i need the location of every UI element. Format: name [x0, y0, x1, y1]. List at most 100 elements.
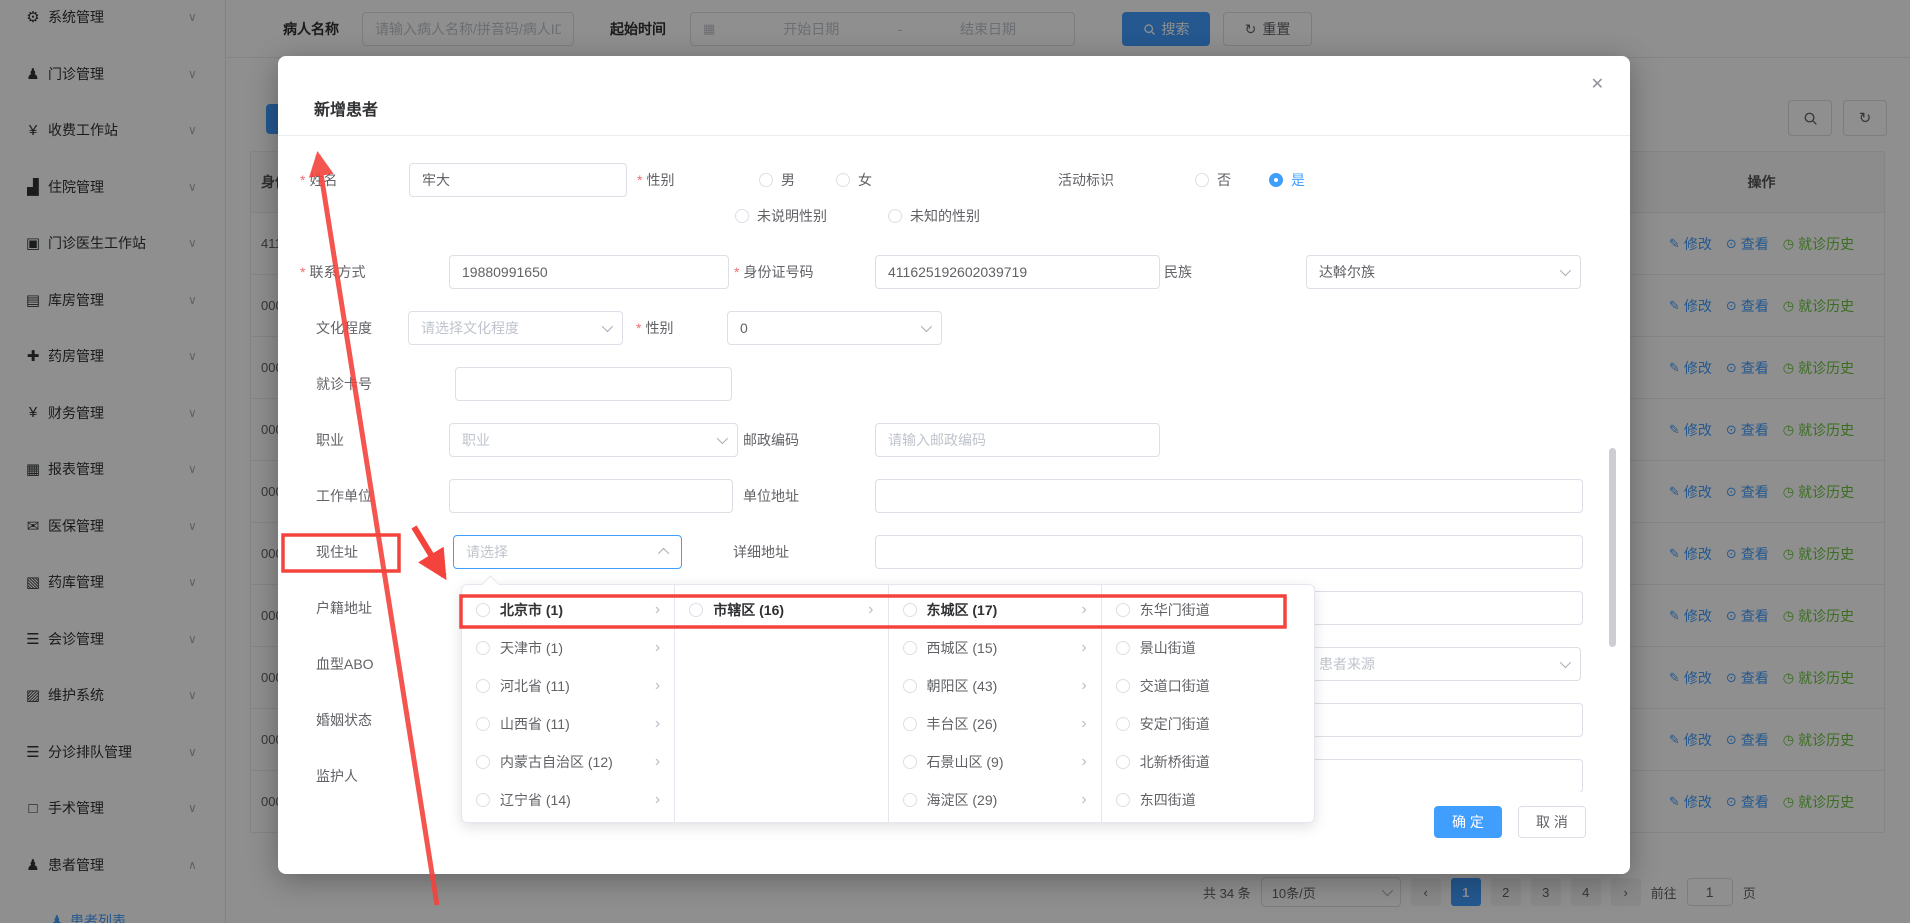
gender-code-select[interactable]: 0	[727, 311, 942, 345]
active-flag-label: 活动标识	[1058, 163, 1114, 197]
cascader-street-column: 东华门街道 景山街道 交道口街道 安定门街道 北新桥街道 东四街道	[1102, 585, 1314, 822]
cascader-option-jingshan[interactable]: 景山街道	[1102, 629, 1314, 667]
gender-radio-male[interactable]: 男	[759, 163, 795, 197]
radio-icon	[836, 173, 850, 187]
radio-icon	[1269, 173, 1283, 187]
chevron-down-icon	[717, 433, 728, 444]
idcard-label: *身份证号码	[734, 255, 813, 289]
chevron-right-icon: ›	[655, 639, 660, 657]
cascader-option-tianjin[interactable]: 天津市 (1)›	[462, 629, 674, 667]
work-unit-input[interactable]	[449, 479, 733, 513]
gender-label: *性别	[637, 163, 674, 197]
radio-icon	[476, 717, 490, 731]
education-select[interactable]: 请选择文化程度	[408, 311, 623, 345]
cascader-option-beixinqiao[interactable]: 北新桥街道	[1102, 743, 1314, 781]
cancel-button[interactable]: 取 消	[1518, 806, 1586, 838]
radio-icon	[903, 793, 917, 807]
chevron-right-icon: ›	[655, 677, 660, 695]
cascader-option-shixiaqu[interactable]: 市辖区 (16)›	[675, 591, 887, 629]
postal-code-label: 邮政编码	[743, 423, 799, 457]
radio-icon	[1116, 793, 1130, 807]
ethnicity-select[interactable]: 达斡尔族	[1306, 255, 1581, 289]
radio-icon	[1116, 717, 1130, 731]
chevron-right-icon: ›	[868, 601, 873, 619]
cascader-option-shijingshan[interactable]: 石景山区 (9)›	[889, 743, 1101, 781]
cascader-option-chaoyang[interactable]: 朝阳区 (43)›	[889, 667, 1101, 705]
gender-radio-unstated[interactable]: 未说明性别	[735, 199, 827, 233]
unit-address-label: 单位地址	[743, 479, 799, 513]
chevron-right-icon: ›	[655, 753, 660, 771]
radio-icon	[735, 209, 749, 223]
work-unit-label: 工作单位	[316, 479, 372, 513]
cascader-district-column: 东城区 (17)› 西城区 (15)› 朝阳区 (43)› 丰台区 (26)› …	[889, 585, 1102, 822]
radio-icon	[1195, 173, 1209, 187]
cascader-option-neimenggu[interactable]: 内蒙古自治区 (12)›	[462, 743, 674, 781]
guardian-label: 监护人	[316, 759, 358, 792]
cascader-option-jiaodaokou[interactable]: 交道口街道	[1102, 667, 1314, 705]
cascader-option-haidian[interactable]: 海淀区 (29)›	[889, 781, 1101, 819]
name-input[interactable]	[409, 163, 627, 197]
cascader-option-andingmen[interactable]: 安定门街道	[1102, 705, 1314, 743]
radio-icon	[888, 209, 902, 223]
radio-icon	[759, 173, 773, 187]
radio-icon	[903, 679, 917, 693]
patient-source-select[interactable]: 患者来源	[1306, 647, 1581, 681]
ethnicity-label: 民族	[1164, 255, 1192, 289]
radio-icon	[476, 793, 490, 807]
confirm-button[interactable]: 确 定	[1434, 806, 1502, 838]
cascader-province-column: 北京市 (1)› 天津市 (1)› 河北省 (11)› 山西省 (11)› 内蒙…	[462, 585, 675, 822]
visit-card-label: 就诊卡号	[316, 367, 372, 401]
postal-code-input[interactable]	[875, 423, 1160, 457]
detail-address-label: 详细地址	[733, 535, 789, 569]
active-radio-no[interactable]: 否	[1195, 163, 1231, 197]
education-label: 文化程度	[316, 311, 372, 345]
cascader-option-donghuamen[interactable]: 东华门街道	[1102, 591, 1314, 629]
radio-icon	[689, 603, 703, 617]
radio-icon	[1116, 603, 1130, 617]
visit-card-input[interactable]	[455, 367, 732, 401]
idcard-input[interactable]	[875, 255, 1160, 289]
cascader-option-dongsi[interactable]: 东四街道	[1102, 781, 1314, 819]
chevron-down-icon	[1560, 265, 1571, 276]
chevron-right-icon: ›	[655, 601, 660, 619]
radio-icon	[1116, 679, 1130, 693]
chevron-right-icon: ›	[1081, 639, 1086, 657]
contact-input[interactable]	[449, 255, 729, 289]
blood-type-label: 血型ABO	[316, 647, 374, 681]
cascader-option-fengtai[interactable]: 丰台区 (26)›	[889, 705, 1101, 743]
radio-icon	[476, 641, 490, 655]
contact-label: *联系方式	[300, 255, 365, 289]
chevron-right-icon: ›	[1081, 601, 1086, 619]
cascader-city-column: 市辖区 (16)›	[675, 585, 888, 822]
chevron-down-icon	[921, 321, 932, 332]
gender-radio-female[interactable]: 女	[836, 163, 872, 197]
cascader-option-xicheng[interactable]: 西城区 (15)›	[889, 629, 1101, 667]
cascader-option-dongcheng[interactable]: 东城区 (17)›	[889, 591, 1101, 629]
name-label: *姓名	[300, 163, 337, 197]
chevron-down-icon	[1560, 657, 1571, 668]
chevron-up-icon	[658, 548, 669, 559]
household-address-label: 户籍地址	[316, 591, 372, 625]
radio-icon	[1116, 755, 1130, 769]
modal-scrollbar[interactable]	[1609, 448, 1616, 647]
address-cascader-dropdown: 北京市 (1)› 天津市 (1)› 河北省 (11)› 山西省 (11)› 内蒙…	[461, 584, 1315, 823]
unit-address-input[interactable]	[875, 479, 1583, 513]
gender-radio-unknown[interactable]: 未知的性别	[888, 199, 980, 233]
chevron-right-icon: ›	[655, 791, 660, 809]
current-address-cascader[interactable]: 请选择	[453, 535, 682, 569]
cascader-option-liaoning[interactable]: 辽宁省 (14)›	[462, 781, 674, 819]
chevron-right-icon: ›	[1081, 791, 1086, 809]
cascader-option-beijing[interactable]: 北京市 (1)›	[462, 591, 674, 629]
chevron-down-icon	[602, 321, 613, 332]
detail-address-input[interactable]	[875, 535, 1583, 569]
cascader-option-shanxi[interactable]: 山西省 (11)›	[462, 705, 674, 743]
radio-icon	[903, 603, 917, 617]
gender-code-label: *性别	[636, 311, 673, 345]
cascader-option-hebei[interactable]: 河北省 (11)›	[462, 667, 674, 705]
occupation-select[interactable]: 职业	[449, 423, 738, 457]
active-radio-yes[interactable]: 是	[1269, 163, 1305, 197]
chevron-right-icon: ›	[655, 715, 660, 733]
current-address-label: 现住址	[316, 535, 358, 569]
marital-status-label: 婚姻状态	[316, 703, 372, 737]
radio-icon	[476, 679, 490, 693]
